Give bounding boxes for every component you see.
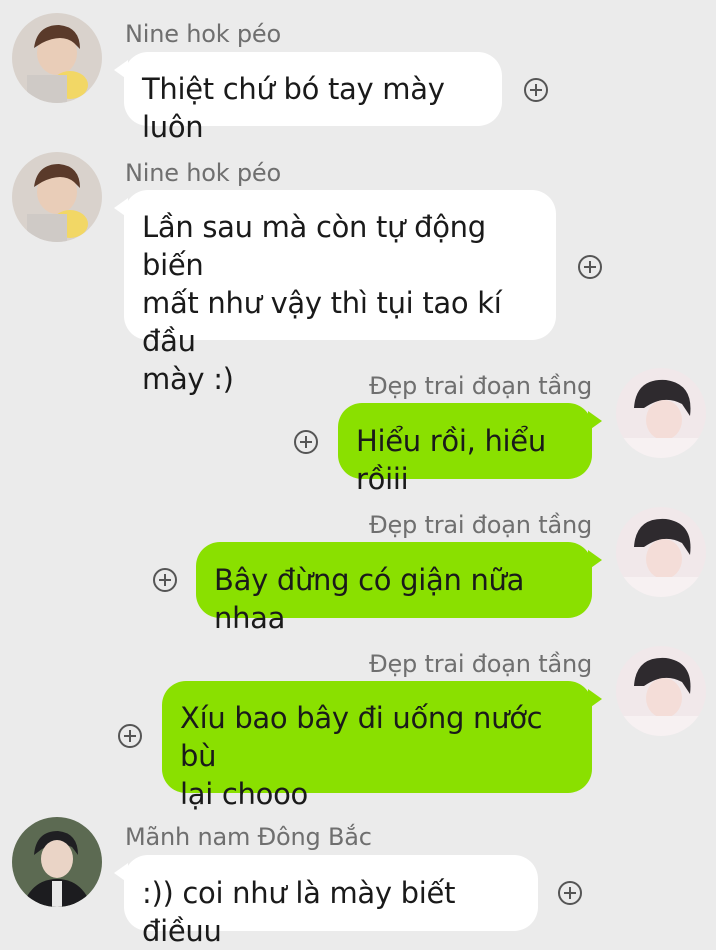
sender-name: Đẹp trai đoạn tầng — [369, 650, 592, 678]
message-bubble[interactable]: Lần sau mà còn tự động biến mất như vậy … — [114, 190, 556, 396]
message-text-line: lại chooo — [180, 777, 308, 811]
message-bubble[interactable]: Bây đừng có giận nữa nhaa — [196, 542, 602, 635]
message-text: :)) coi như là mày biết điềuu — [142, 876, 456, 948]
add-reaction-icon[interactable] — [153, 568, 177, 592]
avatar[interactable] — [12, 13, 102, 103]
sender-name: Nine hok péo — [125, 20, 281, 48]
add-reaction-icon[interactable] — [578, 255, 602, 279]
add-reaction-icon[interactable] — [118, 724, 142, 748]
message-text: Bây đừng có giận nữa nhaa — [214, 563, 525, 635]
sender-name: Đẹp trai đoạn tầng — [369, 372, 592, 400]
add-reaction-icon[interactable] — [558, 881, 582, 905]
message-bubble[interactable]: Thiệt chứ bó tay mày luôn — [114, 52, 502, 144]
avatar[interactable] — [616, 646, 706, 736]
message-bubble[interactable]: :)) coi như là mày biết điềuu — [114, 855, 538, 948]
message-bubble[interactable]: Xíu bao bây đi uống nước bù lại chooo — [162, 681, 602, 811]
sender-name: Đẹp trai đoạn tầng — [369, 511, 592, 539]
message-text-line: Lần sau mà còn tự động biến — [142, 210, 486, 282]
sender-name: Nine hok péo — [125, 159, 281, 187]
message-bubble[interactable]: Hiểu rồi, hiểu rồiii — [338, 403, 602, 496]
add-reaction-icon[interactable] — [524, 78, 548, 102]
avatar[interactable] — [616, 507, 706, 597]
avatar[interactable] — [616, 368, 706, 458]
avatar[interactable] — [12, 152, 102, 242]
sender-name: Mãnh nam Đông Bắc — [125, 823, 372, 851]
message-text-line: mất như vậy thì tụi tao kí đầu — [142, 286, 502, 358]
message-text: Thiệt chứ bó tay mày luôn — [142, 72, 445, 144]
avatar[interactable] — [12, 817, 102, 907]
message-text-line: Xíu bao bây đi uống nước bù — [180, 701, 543, 773]
add-reaction-icon[interactable] — [294, 430, 318, 454]
message-text: Hiểu rồi, hiểu rồiii — [356, 424, 546, 496]
